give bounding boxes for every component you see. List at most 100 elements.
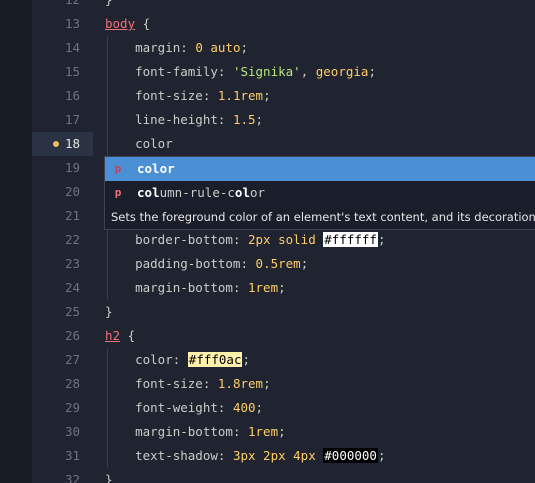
css-value: 0.5rem bbox=[255, 256, 301, 271]
line-number: 14 bbox=[64, 40, 80, 55]
line-number: 27 bbox=[64, 352, 80, 367]
code-line[interactable]: 31 text-shadow: 3px 2px 4px #000000; bbox=[32, 444, 535, 468]
code-line[interactable]: 22 border-bottom: 2px solid #ffffff; bbox=[32, 228, 535, 252]
semicolon: ; bbox=[263, 88, 271, 103]
autocomplete-popup: p color p column-rule-color Sets the for… bbox=[104, 156, 535, 230]
css-property: text-shadow bbox=[105, 448, 218, 463]
css-value: 1rem bbox=[248, 424, 279, 439]
css-property: border-bottom bbox=[105, 232, 233, 247]
code-text: font-family: 'Signika', georgia; bbox=[105, 60, 376, 84]
code-line[interactable]: 12} bbox=[32, 0, 535, 12]
activity-bar bbox=[0, 0, 32, 483]
code-line[interactable]: 13 body { bbox=[32, 12, 535, 36]
code-editor[interactable]: 12}13body {14 margin: 0 auto;15 font-fam… bbox=[32, 0, 535, 483]
code-line[interactable]: 25} bbox=[32, 300, 535, 324]
css-property: padding-bottom bbox=[105, 256, 241, 271]
code-text: font-weight: 400; bbox=[105, 396, 263, 420]
code-text: } bbox=[105, 300, 113, 324]
comma: , bbox=[300, 64, 316, 79]
brace: } bbox=[105, 304, 113, 319]
line-number: 31 bbox=[64, 448, 80, 463]
css-property: color bbox=[105, 352, 173, 367]
autocomplete-item-label: color bbox=[137, 161, 175, 176]
semicolon: ; bbox=[240, 40, 249, 55]
code-line[interactable]: 26 h2 { bbox=[32, 324, 535, 348]
semicolon: ; bbox=[278, 280, 286, 295]
line-number: 24 bbox=[64, 280, 80, 295]
css-value: 1rem bbox=[248, 280, 279, 295]
css-value: 400 bbox=[232, 400, 256, 415]
css-value: 0 auto bbox=[195, 40, 241, 55]
colon: : bbox=[232, 280, 248, 295]
code-line[interactable]: 24 margin-bottom: 1rem; bbox=[32, 276, 535, 300]
code-line[interactable]: 15 font-family: 'Signika', georgia; bbox=[32, 60, 535, 84]
color-swatch: #000000 bbox=[323, 448, 378, 463]
code-line[interactable]: 17 line-height: 1.5; bbox=[32, 108, 535, 132]
colon: : bbox=[202, 376, 218, 391]
code-text: } bbox=[105, 0, 113, 12]
css-property: margin-bottom bbox=[105, 424, 233, 439]
line-number: 20 bbox=[64, 184, 80, 199]
colon: : bbox=[232, 232, 248, 247]
code-line[interactable]: 14 margin: 0 auto; bbox=[32, 36, 535, 60]
colon: : bbox=[217, 112, 233, 127]
css-value: 2px solid bbox=[248, 232, 316, 247]
code-line[interactable]: 27 color: #fff0ac; bbox=[32, 348, 535, 372]
autocomplete-doc: Sets the foreground color of an element'… bbox=[105, 205, 535, 229]
autocomplete-item-column-rule-color[interactable]: p column-rule-color bbox=[105, 181, 535, 205]
colon: : bbox=[180, 40, 196, 55]
code-text: padding-bottom: 0.5rem; bbox=[105, 252, 308, 276]
line-number: 29 bbox=[64, 400, 80, 415]
css-value: 3px 2px 4px bbox=[232, 448, 316, 463]
css-selector: h2 bbox=[105, 328, 121, 343]
css-property: margin-bottom bbox=[105, 280, 233, 295]
code-line[interactable]: 23 padding-bottom: 0.5rem; bbox=[32, 252, 535, 276]
line-number: 32 bbox=[64, 472, 80, 483]
property-icon: p bbox=[114, 162, 122, 175]
autocomplete-item-color[interactable]: p color bbox=[105, 157, 535, 181]
property-icon: p bbox=[114, 186, 122, 199]
code-line[interactable]: 16 font-size: 1.1rem; bbox=[32, 84, 535, 108]
colon: : bbox=[217, 448, 233, 463]
css-string: 'Signika' bbox=[232, 64, 301, 79]
css-value: 1.1rem bbox=[217, 88, 264, 103]
line-number: 13 bbox=[64, 16, 80, 31]
semicolon: ; bbox=[255, 112, 264, 127]
autocomplete-item-label: column-rule-color bbox=[137, 185, 266, 200]
css-value: 1.5 bbox=[232, 112, 256, 127]
code-text: font-size: 1.1rem; bbox=[105, 84, 271, 108]
css-property: font-weight bbox=[105, 400, 218, 415]
colon: : bbox=[217, 64, 233, 79]
css-value: georgia bbox=[315, 64, 369, 79]
css-property: font-family bbox=[105, 64, 218, 79]
css-property: line-height bbox=[105, 112, 218, 127]
semicolon: ; bbox=[377, 448, 386, 463]
code-line[interactable]: 32} bbox=[32, 468, 535, 483]
css-value: 1.8rem bbox=[217, 376, 264, 391]
colon: : bbox=[202, 88, 218, 103]
line-number: 23 bbox=[64, 256, 80, 271]
semicolon: ; bbox=[255, 400, 264, 415]
code-text: margin-bottom: 1rem; bbox=[105, 276, 286, 300]
colon: : bbox=[240, 256, 256, 271]
code-line[interactable]: 18 color bbox=[32, 132, 535, 156]
line-number: 19 bbox=[64, 160, 80, 175]
brace: { bbox=[135, 16, 151, 31]
semicolon: ; bbox=[263, 376, 271, 391]
code-text: color: #fff0ac; bbox=[105, 348, 250, 372]
line-number: 16 bbox=[64, 88, 80, 103]
code-text: margin: 0 auto; bbox=[105, 36, 248, 60]
code-line[interactable]: 28 font-size: 1.8rem; bbox=[32, 372, 535, 396]
line-number: 30 bbox=[64, 424, 80, 439]
code-line[interactable]: 29 font-weight: 400; bbox=[32, 396, 535, 420]
code-text: h2 { bbox=[105, 324, 135, 348]
css-property: margin bbox=[105, 40, 181, 55]
code-text: font-size: 1.8rem; bbox=[105, 372, 271, 396]
line-number: 28 bbox=[64, 376, 80, 391]
color-swatch: #fff0ac bbox=[187, 352, 243, 367]
line-number: 18 bbox=[64, 136, 80, 151]
typed-text: color bbox=[105, 136, 173, 151]
code-line[interactable]: 30 margin-bottom: 1rem; bbox=[32, 420, 535, 444]
line-number: 21 bbox=[64, 208, 80, 223]
code-text: color bbox=[105, 132, 173, 156]
